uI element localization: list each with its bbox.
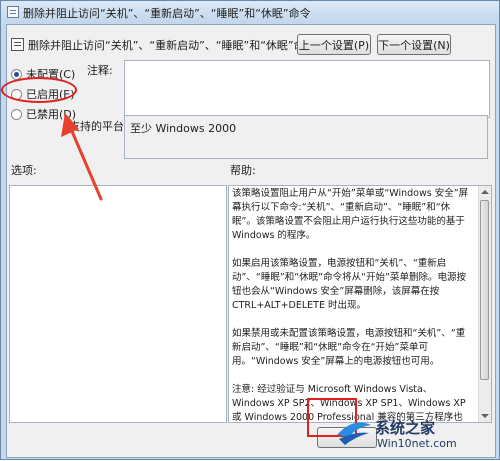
watermark-logo-icon [337,422,371,445]
policy-window: 删除并阻止访问“关机”、“重新启动”、“睡眠”和“休眠”命令 删除并阻止访问“关… [0,0,500,460]
annotation-arrow [61,113,103,201]
watermark-url: Win10net.com [377,437,457,450]
watermark-name: 系统之家 [375,419,436,437]
watermark: 系统之家 Win10net.com [335,415,495,455]
